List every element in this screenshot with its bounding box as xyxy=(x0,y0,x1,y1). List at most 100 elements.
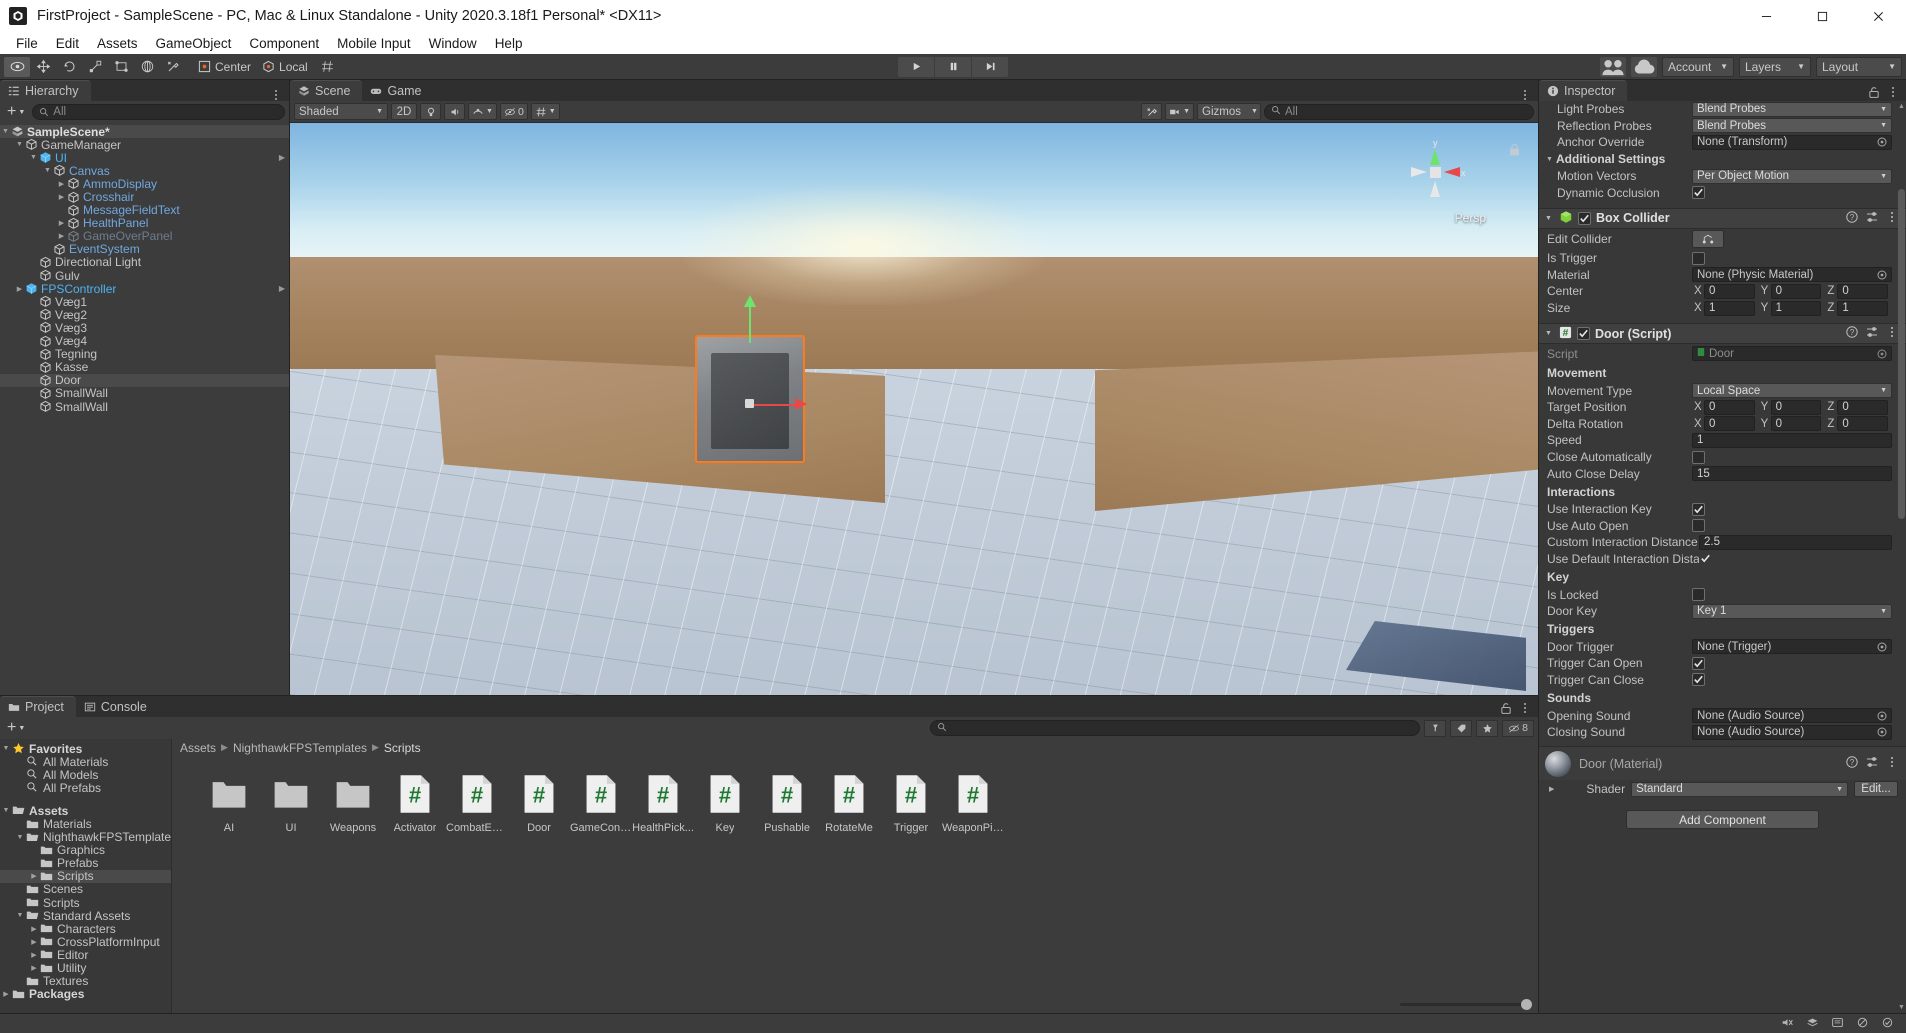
tab-hierarchy[interactable]: Hierarchy xyxy=(0,80,91,101)
account-dropdown[interactable]: Account ▼ xyxy=(1662,56,1734,77)
delta-rotation-z[interactable]: 0 xyxy=(1837,416,1889,432)
help-icon[interactable]: ? xyxy=(1846,756,1858,771)
scene-tab-menu[interactable] xyxy=(1519,89,1538,101)
asset-item[interactable]: # Key xyxy=(694,770,756,834)
hierarchy-item[interactable]: Door xyxy=(0,373,289,387)
chevron-down-icon[interactable] xyxy=(14,912,26,919)
chevron-down-icon[interactable] xyxy=(28,154,39,161)
asset-item[interactable]: UI xyxy=(260,770,322,834)
custom-editor-tool-icon[interactable] xyxy=(160,57,186,77)
scroll-down-icon[interactable]: ▼ xyxy=(1898,1004,1905,1011)
collider-center-x[interactable]: 0 xyxy=(1704,283,1755,299)
project-tree-item[interactable]: Scripts xyxy=(0,869,171,883)
use-auto-open-checkbox[interactable] xyxy=(1692,519,1705,533)
tab-scene[interactable]: Scene xyxy=(290,80,363,101)
menu-component[interactable]: Component xyxy=(240,34,328,53)
breadcrumb-item[interactable]: Scripts xyxy=(384,741,421,755)
lock-icon[interactable] xyxy=(1868,86,1880,101)
scene-lighting-toggle[interactable] xyxy=(420,103,441,120)
tab-console[interactable]: Console xyxy=(75,696,159,717)
add-component-button[interactable]: Add Component xyxy=(1626,810,1819,830)
perspective-label[interactable]: Persp xyxy=(1455,211,1486,225)
layout-dropdown[interactable]: Layout ▼ xyxy=(1816,56,1902,77)
project-tree-item[interactable]: NighthawkFPSTemplates xyxy=(0,830,171,844)
target-position-x[interactable]: 0 xyxy=(1704,399,1755,415)
speed-input[interactable]: 1 xyxy=(1692,432,1892,448)
cloud-button[interactable] xyxy=(1631,56,1657,77)
project-tree-item[interactable]: All Models xyxy=(0,768,171,782)
tab-project[interactable]: Project xyxy=(0,696,76,717)
asset-item[interactable]: AI xyxy=(198,770,260,834)
collider-center-y[interactable]: 0 xyxy=(1770,283,1822,299)
project-search-input[interactable] xyxy=(930,720,1420,736)
asset-grid[interactable]: AI UI Weapons # Activator # CombatEnt... # Door #… xyxy=(172,756,1538,995)
kebab-menu-icon[interactable] xyxy=(1887,86,1899,101)
chevron-right-icon[interactable] xyxy=(14,285,25,293)
project-tree-item[interactable]: Textures xyxy=(0,974,171,988)
hierarchy-item[interactable]: AmmoDisplay xyxy=(0,177,289,191)
scene-viewport[interactable]: y x Persp xyxy=(290,123,1538,695)
asset-item[interactable]: # CombatEnt... xyxy=(446,770,508,834)
chevron-down-icon[interactable] xyxy=(0,128,11,135)
kebab-menu-icon[interactable] xyxy=(1886,326,1898,341)
hierarchy-item[interactable]: EventSystem xyxy=(0,242,289,256)
project-tree-item[interactable]: Materials xyxy=(0,817,171,831)
chevron-right-icon[interactable] xyxy=(28,938,40,946)
edit-shader-button[interactable]: Edit... xyxy=(1854,781,1898,798)
anchor-override-field[interactable]: None (Transform) xyxy=(1692,134,1892,150)
tab-game[interactable]: Game xyxy=(362,80,434,101)
door-script-enabled-checkbox[interactable] xyxy=(1577,327,1590,341)
mute-audio-icon[interactable] xyxy=(1781,1016,1794,1032)
chevron-right-icon[interactable] xyxy=(56,193,67,201)
move-gizmo-y-axis[interactable] xyxy=(749,301,751,343)
breadcrumb-item[interactable]: NighthawkFPSTemplates xyxy=(233,741,367,755)
menu-assets[interactable]: Assets xyxy=(88,34,147,53)
presets-icon[interactable] xyxy=(1866,326,1878,341)
chevron-down-icon[interactable] xyxy=(42,167,53,174)
hierarchy-item[interactable]: SampleScene* xyxy=(0,125,289,139)
inspector-scrollbar[interactable]: ▲ ▼ xyxy=(1898,103,1905,1011)
filter-by-type-icon[interactable] xyxy=(1424,719,1446,737)
chevron-right-icon[interactable] xyxy=(0,990,12,998)
chevron-right-icon[interactable] xyxy=(28,925,40,933)
script-reference-field[interactable]: Door xyxy=(1692,346,1892,362)
hierarchy-item[interactable]: Væg3 xyxy=(0,321,289,335)
scene-grid-dropdown[interactable]: ▼ xyxy=(530,103,560,120)
asset-item[interactable]: # Activator xyxy=(384,770,446,834)
scrollbar-thumb[interactable] xyxy=(1898,189,1905,519)
collider-center-z[interactable]: 0 xyxy=(1837,283,1889,299)
clear-on-play-icon[interactable] xyxy=(1831,1016,1844,1032)
closing-sound-field[interactable]: None (Audio Source) xyxy=(1692,724,1892,740)
project-tree-item[interactable]: Packages xyxy=(0,987,171,1001)
door-trigger-field[interactable]: None (Trigger) xyxy=(1692,639,1892,655)
scene-orientation-gizmo[interactable]: y x xyxy=(1400,137,1470,207)
scroll-up-icon[interactable]: ▲ xyxy=(1898,103,1905,110)
hierarchy-item[interactable]: Væg2 xyxy=(0,308,289,322)
box-collider-enabled-checkbox[interactable] xyxy=(1578,211,1591,225)
opening-sound-field[interactable]: None (Audio Source) xyxy=(1692,708,1892,724)
minimize-button[interactable] xyxy=(1738,0,1794,32)
pivot-mode-button[interactable]: Center xyxy=(194,57,258,77)
pivot-rotation-button[interactable]: Local xyxy=(258,57,315,77)
chevron-right-icon[interactable] xyxy=(28,951,40,959)
target-position-y[interactable]: 0 xyxy=(1770,399,1822,415)
hand-tool-icon[interactable] xyxy=(4,56,30,77)
tab-inspector[interactable]: Inspector xyxy=(1539,80,1628,101)
asset-item[interactable]: # Door xyxy=(508,770,570,834)
lock-icon[interactable] xyxy=(1500,702,1512,717)
hierarchy-tree[interactable]: SampleScene*GameManagerUI ▶ CanvasAmmoDisp… xyxy=(0,123,289,695)
menu-edit[interactable]: Edit xyxy=(47,34,88,53)
collider-size-y[interactable]: 1 xyxy=(1770,300,1822,316)
project-create-button[interactable]: + ▼ xyxy=(4,720,28,736)
use-default-interaction-distance-checkbox[interactable] xyxy=(1699,552,1712,565)
menu-gameobject[interactable]: GameObject xyxy=(147,34,241,53)
box-collider-header[interactable]: ▼ Box Collider ? xyxy=(1539,207,1906,229)
movement-type-dropdown[interactable]: Local Space ▼ xyxy=(1692,383,1892,399)
hierarchy-create-button[interactable]: + ▼ xyxy=(4,104,28,120)
scene-audio-toggle[interactable] xyxy=(444,103,465,120)
chevron-right-icon[interactable] xyxy=(28,872,40,880)
chevron-right-icon[interactable] xyxy=(56,232,67,240)
motion-vectors-dropdown[interactable]: Per Object Motion ▼ xyxy=(1692,168,1892,184)
kebab-menu-icon[interactable] xyxy=(1886,756,1898,771)
project-tree-item[interactable]: Assets xyxy=(0,804,171,818)
